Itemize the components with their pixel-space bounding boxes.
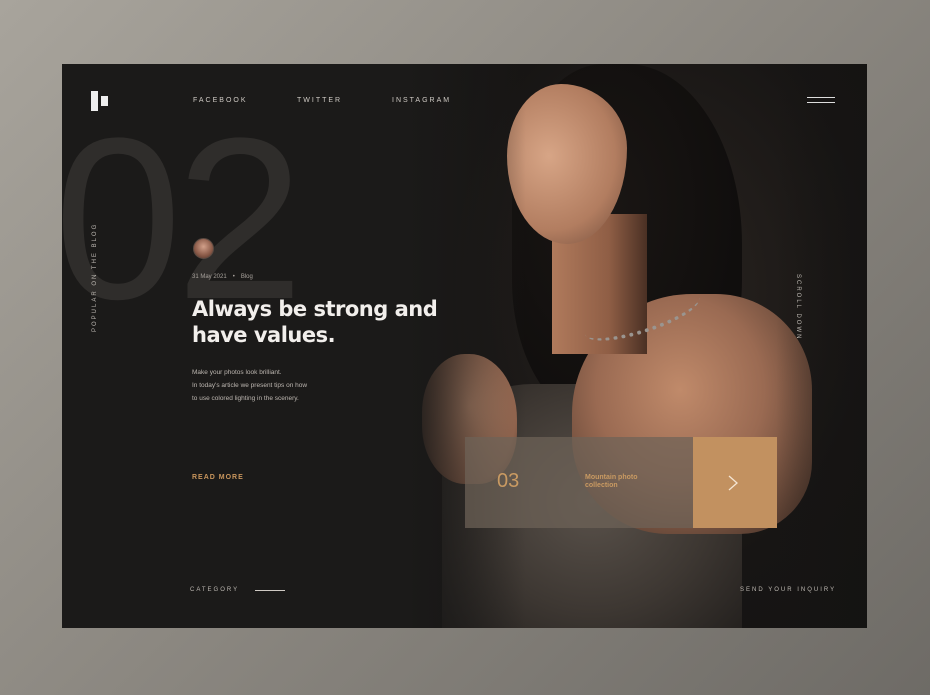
logo-bar: [91, 91, 98, 111]
post-meta: 31 May 2021 • Blog: [192, 274, 253, 280]
logo-icon[interactable]: [91, 91, 111, 111]
send-inquiry-link[interactable]: SEND YOUR INQUIRY: [740, 587, 836, 593]
post-date: 31 May 2021: [192, 274, 227, 280]
next-slide-number: 03: [497, 470, 520, 492]
hero-photo: [412, 64, 867, 628]
chevron-right-icon: [728, 475, 738, 491]
post-description-line: In today's article we present tips on ho…: [192, 382, 308, 389]
next-slide-title-line: collection: [585, 482, 618, 489]
next-slide-title: Mountain photo collection: [585, 474, 665, 490]
next-slide-button[interactable]: [693, 437, 777, 528]
author-avatar[interactable]: [193, 238, 214, 259]
photo-shade: [412, 64, 867, 628]
post-title-line: have values.: [192, 323, 336, 347]
next-slide-card[interactable]: 03 Mountain photo collection: [465, 437, 693, 528]
nav-link-twitter[interactable]: TWITTER: [297, 97, 342, 104]
category-link[interactable]: CATEGORY: [190, 587, 239, 593]
post-description-line: Make your photos look brilliant.: [192, 369, 282, 376]
hamburger-menu-icon[interactable]: [807, 97, 835, 104]
hero-card: 02 FACEBOOK TWITTER INSTAGRAM POPULAR ON…: [62, 64, 867, 628]
scroll-down-label[interactable]: SCROLL DOWN: [795, 274, 801, 340]
post-title: Always be strong and have values.: [192, 296, 452, 348]
post-title-line: Always be strong and: [192, 297, 438, 321]
menu-line: [807, 97, 835, 98]
logo-bar: [101, 96, 108, 106]
category-divider: [255, 590, 285, 591]
menu-line: [807, 102, 835, 103]
post-category[interactable]: Blog: [241, 274, 253, 280]
meta-separator-dot: •: [232, 274, 235, 280]
nav-link-instagram[interactable]: INSTAGRAM: [392, 97, 451, 104]
popular-on-blog-label[interactable]: POPULAR ON THE BLOG: [92, 223, 98, 332]
nav-link-facebook[interactable]: FACEBOOK: [193, 97, 248, 104]
post-description-line: to use colored lighting in the scenery.: [192, 395, 299, 402]
next-slide-title-line: Mountain photo: [585, 474, 638, 481]
read-more-link[interactable]: READ MORE: [192, 474, 244, 481]
post-description: Make your photos look brilliant. In toda…: [192, 366, 352, 405]
